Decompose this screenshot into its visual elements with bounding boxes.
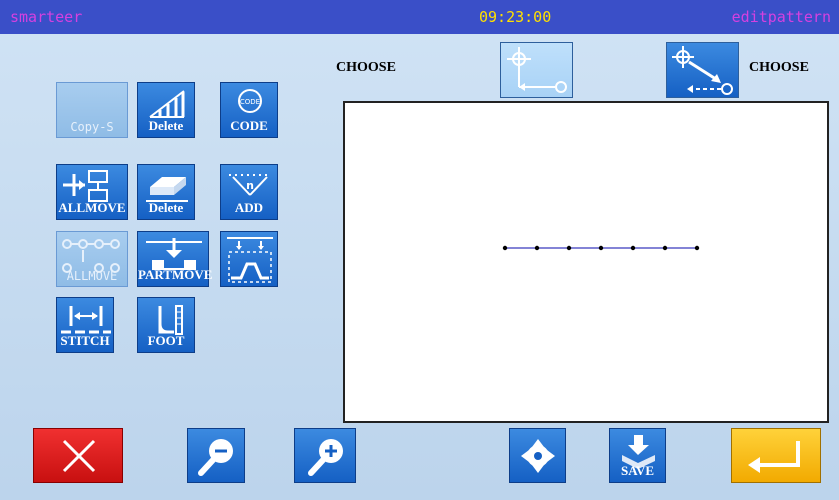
stitch-point <box>630 245 636 251</box>
stitch-label: STITCH <box>60 333 110 348</box>
stitch-point <box>598 245 604 251</box>
zoom-out-button[interactable] <box>187 428 245 483</box>
stitch-line <box>502 245 700 251</box>
foot-button[interactable]: FOOT <box>137 297 195 353</box>
move-view-button[interactable] <box>509 428 566 483</box>
delete-button-1[interactable]: Delete <box>137 82 195 138</box>
add-label: ADD <box>234 200 264 215</box>
start-point-icon <box>507 47 567 93</box>
move-arrows-icon <box>521 439 555 473</box>
bump-shift-icon <box>227 237 273 283</box>
foot-label: FOOT <box>147 333 185 348</box>
allmove-label-2: ALLMOVE <box>66 269 118 283</box>
allmove-label-1: ALLMOVE <box>58 200 126 215</box>
allmove-button-1[interactable]: ALLMOVE <box>56 164 128 220</box>
stitch-point <box>534 245 540 251</box>
choose-end-point-button[interactable] <box>666 42 739 98</box>
copy-s-label: Copy-S <box>70 120 114 134</box>
app-name: smarteer <box>10 8 83 26</box>
stitch-point <box>566 245 572 251</box>
choose-label-left: CHOOSE <box>336 60 396 75</box>
close-icon <box>62 439 96 473</box>
zoom-in-button[interactable] <box>294 428 356 483</box>
top-status-bar: smarteer 09:23:00 editpattern <box>0 0 839 34</box>
partmove-label: PARTMOVE <box>138 267 213 282</box>
allmove-button-2[interactable]: ALLMOVE <box>56 231 128 287</box>
stitch-point <box>502 245 508 251</box>
stitch-point <box>662 245 668 251</box>
enter-icon <box>748 441 800 473</box>
svg-text:n: n <box>246 179 254 192</box>
stitch-button[interactable]: STITCH <box>56 297 114 353</box>
delete-button-2[interactable]: Delete <box>137 164 195 220</box>
mode-label: editpattern <box>731 8 831 26</box>
svg-text:CODE: CODE <box>240 98 260 106</box>
save-label: SAVE <box>620 463 654 478</box>
partmove-button[interactable]: PARTMOVE <box>137 231 213 287</box>
choose-label-right: CHOOSE <box>749 60 809 75</box>
choose-start-point-button[interactable] <box>500 42 573 98</box>
delete-label-1: Delete <box>148 118 184 133</box>
code-label: CODE <box>230 118 268 133</box>
stitch-point <box>694 245 700 251</box>
copy-s-button[interactable]: Copy-S <box>56 82 128 138</box>
zoom-out-icon <box>198 439 233 476</box>
shape-adjust-button[interactable] <box>220 231 278 287</box>
add-button[interactable]: n ADD <box>220 164 278 220</box>
clock-display: 09:23:00 <box>479 8 552 26</box>
code-button[interactable]: CODE CODE <box>220 82 278 138</box>
delete-label-2: Delete <box>148 200 184 215</box>
end-point-icon <box>672 46 733 95</box>
confirm-button[interactable] <box>731 428 821 483</box>
zoom-in-icon <box>308 439 343 476</box>
save-button[interactable]: SAVE <box>609 428 666 483</box>
pattern-canvas[interactable] <box>343 101 829 423</box>
cancel-button[interactable] <box>33 428 123 483</box>
